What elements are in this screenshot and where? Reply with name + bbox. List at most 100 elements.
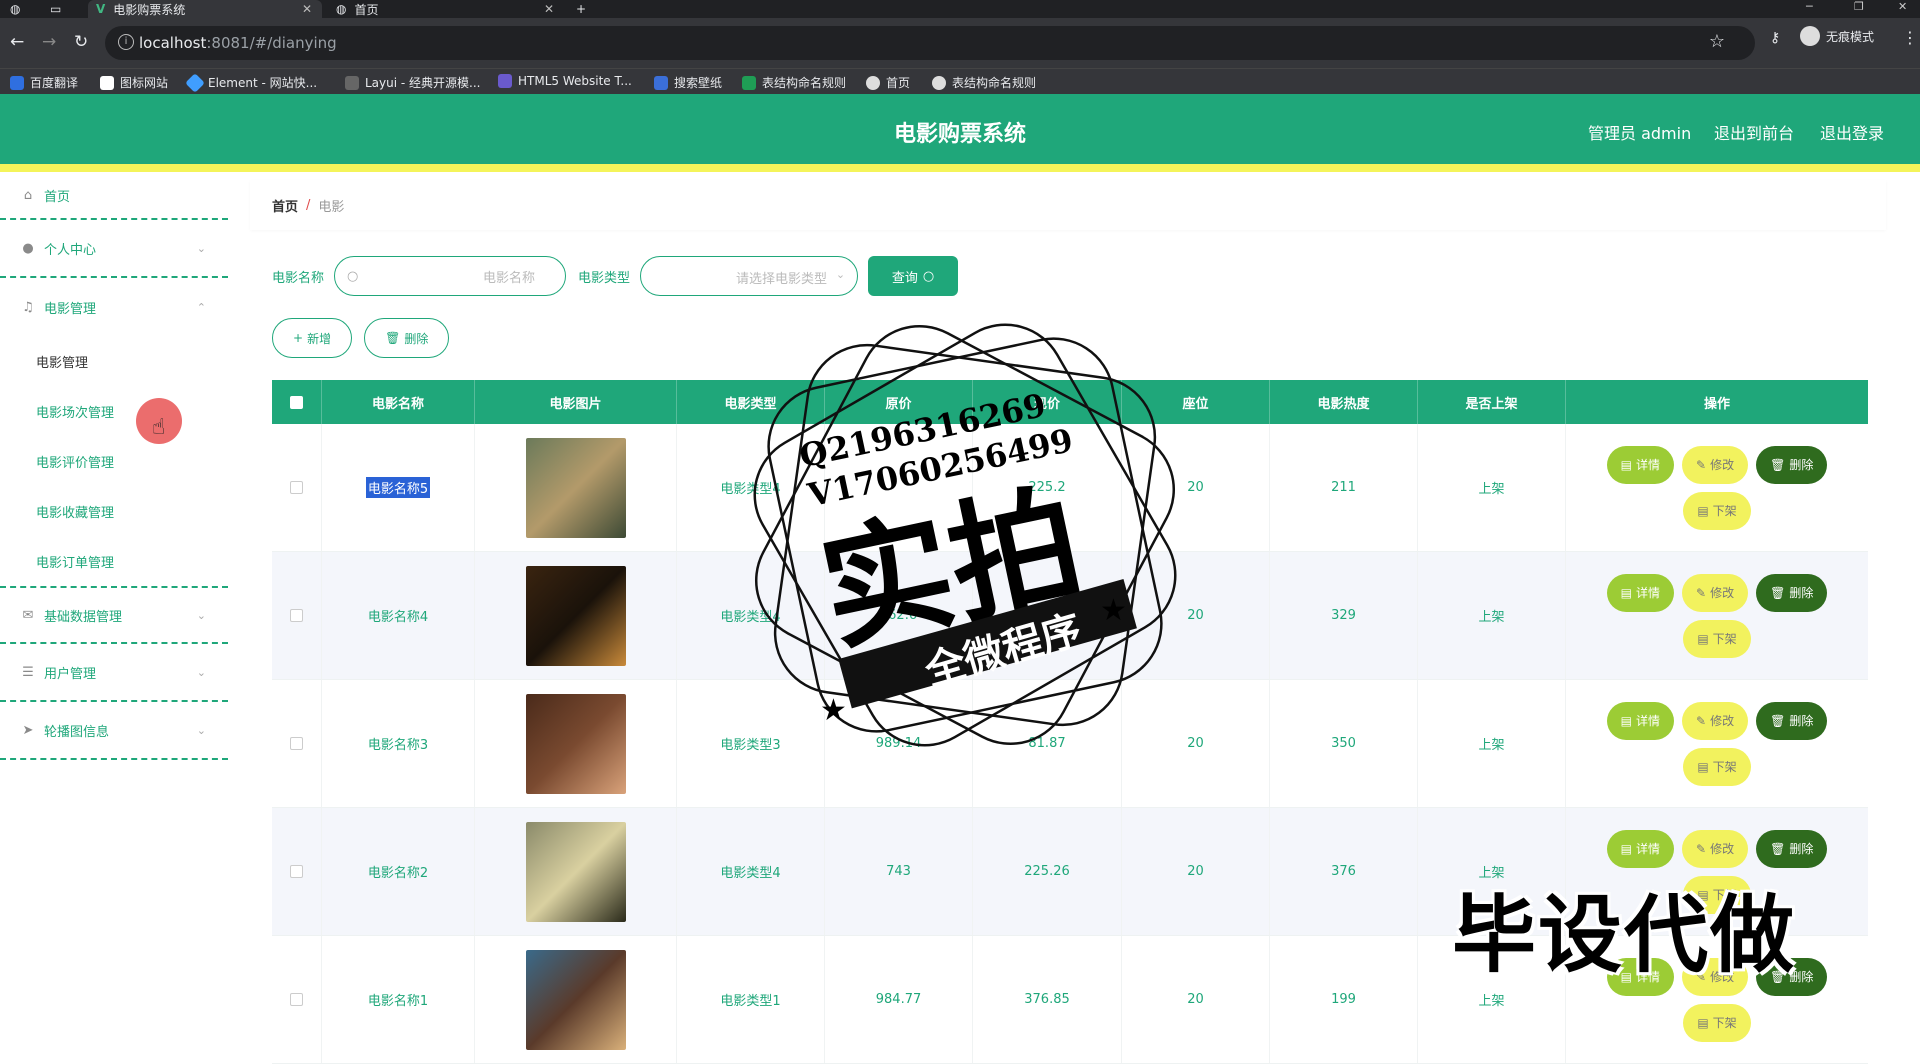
unlist-button[interactable]: ▤ 下架 (1683, 619, 1751, 658)
add-button[interactable]: + 新增 (272, 318, 353, 358)
detail-button[interactable]: ▤ 详情 (1606, 573, 1675, 612)
browser-tabbar: ◍ ▭ V 电影购票系统 ✕ ◍ 首页 ✕ + ─ ❐ ✕ (0, 0, 1920, 18)
browser-app-icon[interactable]: ◍ (10, 0, 40, 18)
bookmark-star-icon[interactable]: ☆ (1709, 31, 1725, 52)
bookmark-item[interactable]: Layui - 经典开源模... (345, 74, 480, 91)
cell-status: 上架 (1418, 424, 1566, 551)
select-all-checkbox[interactable] (272, 380, 322, 424)
movie-poster (525, 693, 626, 794)
row-checkbox[interactable] (272, 808, 322, 935)
bookmark-item[interactable]: 表结构命名规则 (742, 74, 846, 91)
unlist-button[interactable]: ▤ 下架 (1683, 875, 1751, 914)
sub-item-schedule[interactable]: 电影场次管理 (0, 386, 228, 436)
cell-name: 电影名称2 (322, 808, 475, 935)
sub-item-favorite[interactable]: 电影收藏管理 (0, 486, 228, 536)
back-icon[interactable]: ← (10, 32, 24, 52)
cell-name: 电影名称3 (322, 680, 475, 807)
sidebar-item-movie-management[interactable]: ♫ 电影管理 ⌃ (0, 278, 228, 336)
unlist-button[interactable]: ▤ 下架 (1683, 747, 1751, 786)
close-icon[interactable]: ✕ (302, 2, 312, 16)
restore-icon[interactable]: ❐ (1854, 0, 1864, 13)
delete-button[interactable]: 🗑 删除 (1756, 445, 1828, 484)
bookmark-item[interactable]: Element - 网站快... (185, 72, 317, 93)
sub-item-order[interactable]: 电影订单管理 (0, 536, 228, 586)
sidebar-item-label: 用户管理 (44, 666, 97, 682)
edit-button[interactable]: ✎ 修改 (1682, 957, 1749, 996)
bookmark-item[interactable]: 百度翻译 (10, 74, 78, 91)
breadcrumb-separator: / (306, 197, 311, 213)
bookmark-item[interactable]: 表结构命名规则 (932, 74, 1036, 91)
key-icon[interactable]: ⚷ (1770, 30, 1780, 46)
sub-item-review[interactable]: 电影评价管理 (0, 436, 228, 486)
table-row: 电影名称1 电影类型1 984.77 376.85 20 199 上架 ▤ 详情 ✎ 修改 🗑 删除 ▤ 下… (272, 936, 1868, 1064)
sidebar-item-users[interactable]: ☰ 用户管理 ⌄ (0, 644, 228, 702)
bookmark-item[interactable]: 图标网站 (100, 74, 168, 91)
edit-button[interactable]: ✎ 修改 (1682, 701, 1749, 740)
logout-link[interactable]: 退出登录 (1820, 120, 1884, 144)
row-checkbox[interactable] (272, 936, 322, 1063)
info-icon[interactable]: i (118, 34, 134, 50)
edit-button[interactable]: ✎ 修改 (1682, 445, 1749, 484)
cell-operations: ▤ 详情 ✎ 修改 🗑 删除 ▤ 下架 (1566, 680, 1868, 807)
url-input[interactable]: i localhost:8081/#/dianying ☆ (105, 26, 1755, 60)
delete-button[interactable]: 🗑 删除 (1756, 701, 1828, 740)
forward-icon[interactable]: → (42, 32, 56, 52)
batch-delete-button[interactable]: 🗑 删除 (364, 318, 450, 358)
edit-button-label: 修改 (1710, 842, 1735, 856)
close-icon[interactable]: ✕ (544, 2, 554, 16)
row-checkbox[interactable] (272, 680, 322, 807)
edit-icon: ✎ (1696, 457, 1707, 472)
sidebar-item-base-data[interactable]: ✉ 基础数据管理 ⌄ (0, 586, 228, 644)
bookmark-item[interactable]: 搜索壁纸 (654, 74, 722, 91)
edit-button[interactable]: ✎ 修改 (1682, 829, 1749, 868)
delete-button[interactable]: 🗑 删除 (1756, 573, 1828, 612)
bookmark-item[interactable]: HTML5 Website T... (498, 74, 632, 88)
tab-active[interactable]: V 电影购票系统 ✕ (88, 0, 322, 18)
unlist-button-label: 下架 (1712, 1016, 1737, 1030)
more-menu-icon[interactable]: ⋮ (1902, 28, 1918, 47)
window-icon[interactable]: ▭ (50, 0, 80, 18)
close-window-icon[interactable]: ✕ (1898, 0, 1907, 13)
sidebar-item-carousel[interactable]: ➤ 轮播图信息 ⌄ (0, 702, 228, 760)
movie-name: 电影名称5 (365, 477, 431, 498)
breadcrumb-home[interactable]: 首页 (272, 196, 298, 215)
unlist-button-label: 下架 (1712, 504, 1737, 518)
new-tab-button[interactable]: + (576, 0, 596, 18)
row-checkbox[interactable] (272, 552, 322, 679)
sidebar-item-label: 轮播图信息 (44, 724, 110, 740)
translate-icon (10, 75, 24, 90)
unlist-icon: ▤ (1697, 759, 1709, 774)
delete-button[interactable]: 🗑 删除 (1756, 957, 1828, 996)
tab-home[interactable]: ◍ 首页 ✕ (330, 0, 564, 18)
query-button[interactable]: 查询 ○ (868, 256, 959, 296)
detail-button[interactable]: ▤ 详情 (1606, 701, 1675, 740)
chevron-down-icon: ⌄ (835, 268, 846, 281)
exit-to-front-link[interactable]: 退出到前台 (1714, 120, 1794, 144)
edit-button[interactable]: ✎ 修改 (1682, 573, 1749, 612)
header-accent-bar (0, 164, 1920, 172)
detail-button[interactable]: ▤ 详情 (1606, 829, 1675, 868)
hand-cursor-icon: ☝ (152, 415, 166, 440)
unlist-button[interactable]: ▤ 下架 (1683, 491, 1751, 530)
cell-heat: 376 (1270, 808, 1418, 935)
sidebar-item-personal[interactable]: ● 个人中心 ⌄ (0, 220, 228, 278)
row-checkbox[interactable] (272, 424, 322, 551)
breadcrumb-current: 电影 (318, 199, 345, 215)
detail-button[interactable]: ▤ 详情 (1606, 957, 1675, 996)
unlist-button[interactable]: ▤ 下架 (1683, 1003, 1751, 1042)
input-placeholder: 电影名称 (483, 270, 536, 286)
detail-button-label: 详情 (1636, 586, 1661, 600)
sidebar-item-home[interactable]: ⌂ 首页 (0, 172, 228, 220)
minimize-icon[interactable]: ─ (1806, 0, 1813, 13)
sub-item-movie[interactable]: 电影管理 (0, 336, 228, 386)
detail-button[interactable]: ▤ 详情 (1606, 445, 1675, 484)
movie-name-input[interactable]: ○ 电影名称 (334, 256, 567, 296)
movie-type-select[interactable]: 请选择电影类型 ⌄ (640, 256, 859, 296)
col-name: 电影名称 (322, 380, 475, 424)
incognito-badge[interactable]: 无痕模式 (1800, 26, 1874, 46)
bookmark-item[interactable]: 首页 (866, 74, 910, 91)
movie-name: 电影名称2 (367, 866, 429, 881)
cell-price: 376.85 (973, 936, 1122, 1063)
delete-button[interactable]: 🗑 删除 (1756, 829, 1828, 868)
reload-icon[interactable]: ↻ (74, 32, 88, 52)
